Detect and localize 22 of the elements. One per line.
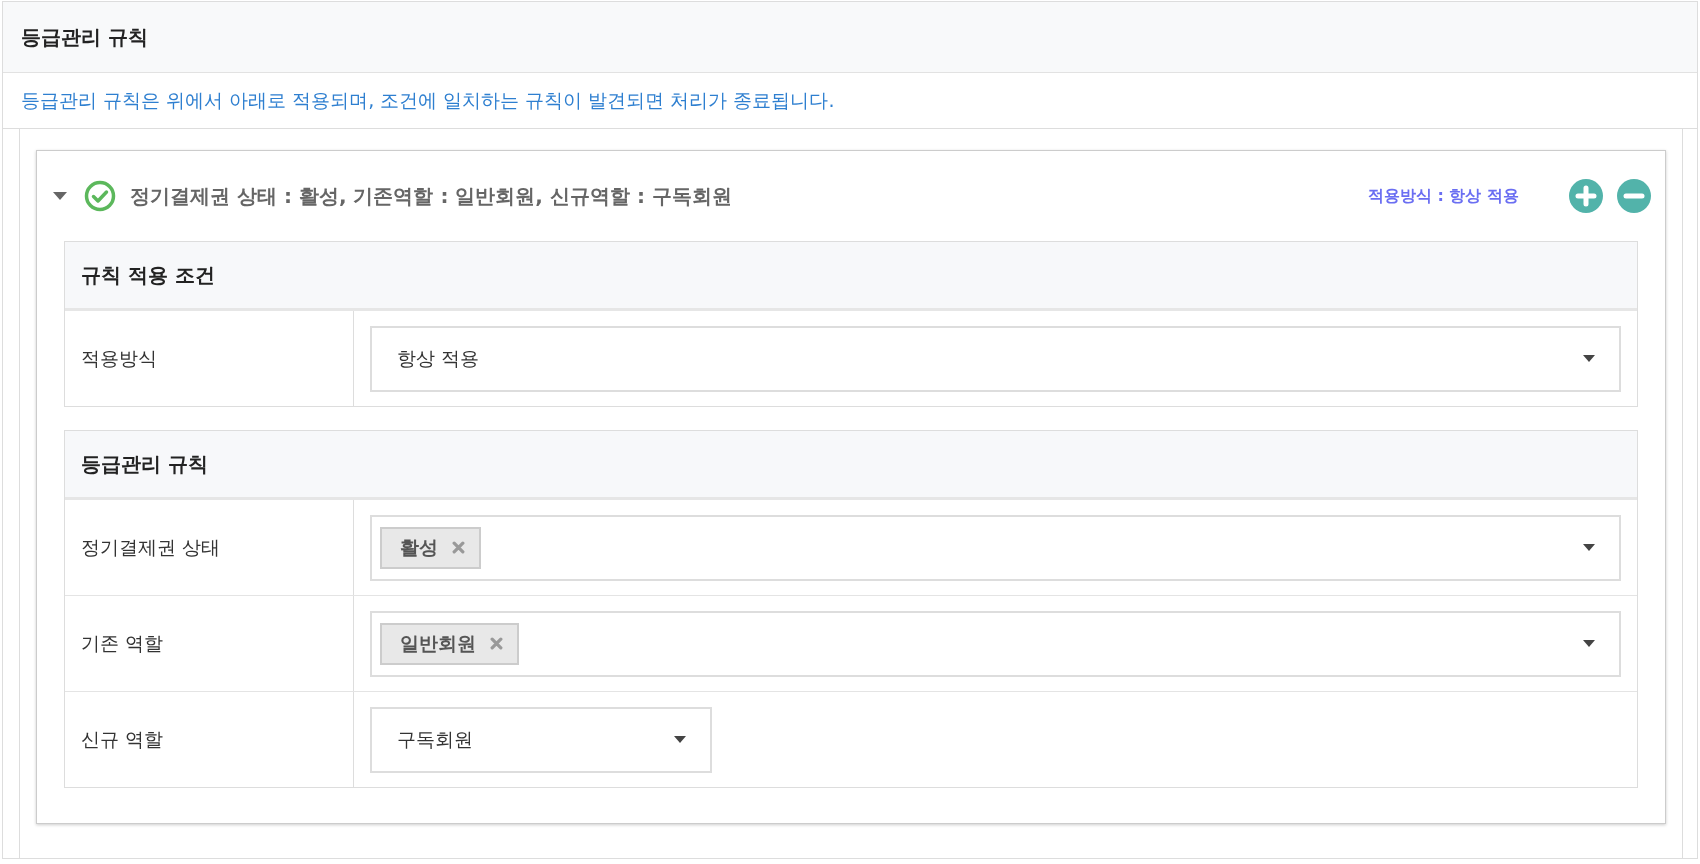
multi-select-field[interactable]: 활성 [370,514,1621,581]
dropdown-arrow-icon[interactable] [674,736,686,743]
select-field[interactable]: 항상 적용 [370,325,1621,392]
multi-select-field[interactable]: 일반회원 [370,610,1621,677]
dropdown-arrow-icon[interactable] [1583,640,1595,647]
rule-summary: 정기결제권 상태 : 활성, 기존역할 : 일반회원, 신규역할 : 구독회원 [130,182,733,210]
section-title: 등급관리 규칙 [81,450,208,478]
field-label: 적용방식 [81,345,157,371]
dropdown-arrow-icon[interactable] [1583,544,1595,551]
caret-icon[interactable] [53,192,67,200]
dropdown-arrow-icon[interactable] [1583,355,1595,362]
tag-label: 활성 [400,534,438,560]
field-label: 정기결제권 상태 [81,534,221,560]
section-title: 규칙 적용 조건 [81,261,215,289]
field-label: 신규 역할 [81,726,164,752]
check-circle-icon [84,180,116,212]
panel-title: 등급관리 규칙 [21,23,148,51]
select-field[interactable]: 구독회원 [370,706,712,773]
panel-description: 등급관리 규칙은 위에서 아래로 적용되며, 조건에 일치하는 규칙이 발견되면 처리가 종료됩니다. [21,87,835,113]
tag-label: 일반회원 [400,630,476,656]
apply-mode-label: 적용방식 : 항상 적용 [1367,185,1519,207]
field-label: 기존 역할 [81,630,164,656]
